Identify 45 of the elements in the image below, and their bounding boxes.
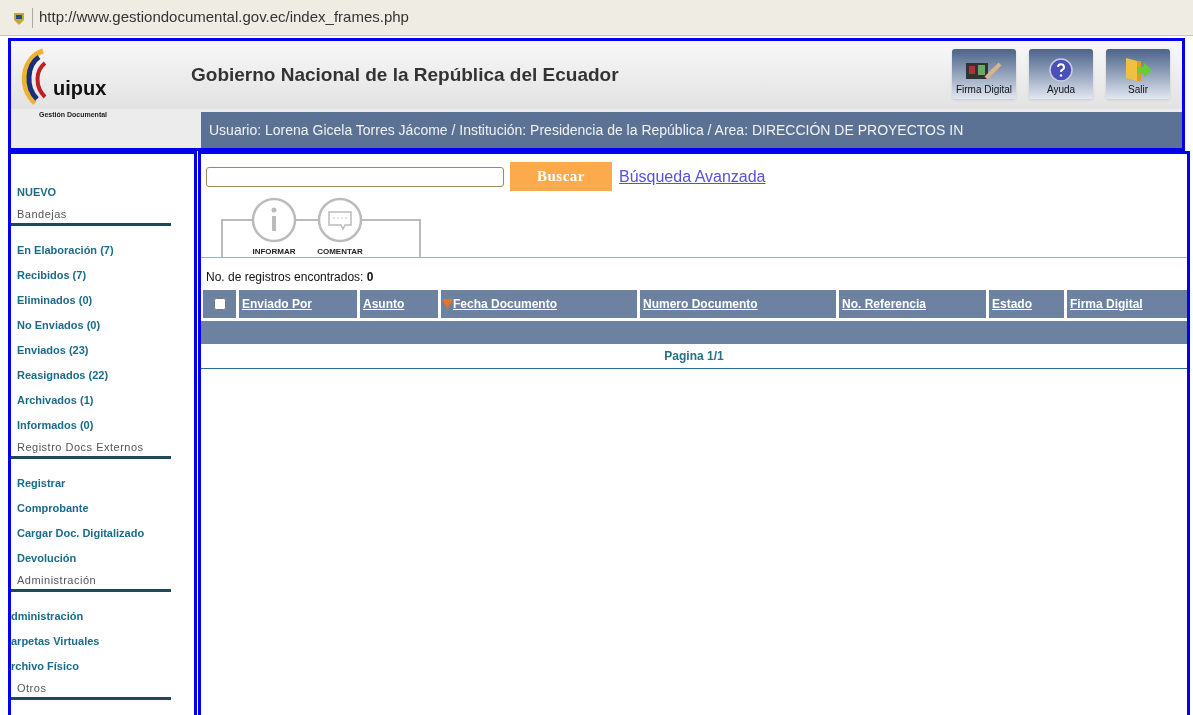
user-info-bar: Usuario: Lorena Gicela Torres Jácome / Institución: Presidencia de la República / Area: DIRECCIÓN DE PROYECTOS IN [201, 112, 1182, 148]
sidebar-link[interactable]: Enviados (23) [11, 338, 194, 363]
action-button[interactable]: INFORMAR [251, 197, 297, 259]
sidebar-link[interactable]: Archivados (1) [11, 388, 194, 413]
table-header-cell[interactable]: Estado [989, 290, 1064, 318]
sidebar-link[interactable]: dministración [11, 604, 194, 629]
sidebar-section-heading: Registro Docs Externos [11, 440, 171, 459]
sidebar-link[interactable]: rchivo Físico [11, 654, 194, 679]
sidebar-section-heading: Administración [11, 573, 171, 592]
results-count: No. de registros encontrados: 0 [205, 269, 375, 286]
search-field[interactable] [206, 166, 504, 187]
signature-pen-icon [964, 60, 1004, 82]
exit-door-icon [1123, 56, 1153, 82]
sidebar-link[interactable]: En Elaboración (7) [11, 238, 194, 263]
table-header-cell[interactable]: Fecha Documento [441, 290, 637, 318]
page-title: Gobierno Nacional de la República del Ecuador [191, 62, 619, 87]
select-all-checkbox[interactable] [213, 298, 226, 310]
table-header-cell[interactable]: Firma Digital [1067, 290, 1187, 318]
advanced-search-link[interactable]: Búsqueda Avanzada [619, 164, 766, 189]
action-button[interactable]: COMENTAR [317, 197, 363, 259]
sidebar-link[interactable]: No Enviados (0) [11, 313, 194, 338]
sidebar-link[interactable]: Cargar Doc. Digitalizado [11, 521, 194, 546]
sidebar-link[interactable]: Registrar [11, 471, 194, 496]
table-header-cell[interactable]: Enviado Por [239, 290, 357, 318]
pagination-text: Pagina 1/1 [201, 344, 1187, 369]
sidebar-section-heading: Otros [11, 681, 171, 700]
sidebar-link[interactable]: NUEVO [11, 180, 194, 205]
sidebar-link[interactable]: Eliminados (0) [11, 288, 194, 313]
sidebar-link[interactable]: arpetas Virtuales [11, 629, 194, 654]
sidebar-link[interactable]: Comprobante [11, 496, 194, 521]
table-header-cell[interactable]: No. Referencia [839, 290, 986, 318]
sidebar-section-heading: Bandejas [11, 207, 171, 226]
header-button[interactable]: Firma Digital [952, 49, 1016, 99]
sidebar-link[interactable]: Informados (0) [11, 413, 194, 438]
sidebar-link[interactable]: Reasignados (22) [11, 363, 194, 388]
logo-text: uipux [53, 76, 107, 101]
table-header-cell[interactable]: Numero Documento [640, 290, 836, 318]
header-button[interactable]: Salir [1106, 49, 1170, 99]
sort-descending-icon [442, 299, 453, 309]
sidebar-link[interactable]: Devolución [11, 546, 194, 571]
url-text[interactable]: http://www.gestiondocumental.gov.ec/index_frames.php [39, 6, 409, 29]
header-button[interactable]: Ayuda [1029, 49, 1093, 99]
help-icon [1049, 58, 1073, 82]
table-header-cell[interactable]: Asunto [360, 290, 438, 318]
sidebar-link[interactable]: Recibidos (7) [11, 263, 194, 288]
